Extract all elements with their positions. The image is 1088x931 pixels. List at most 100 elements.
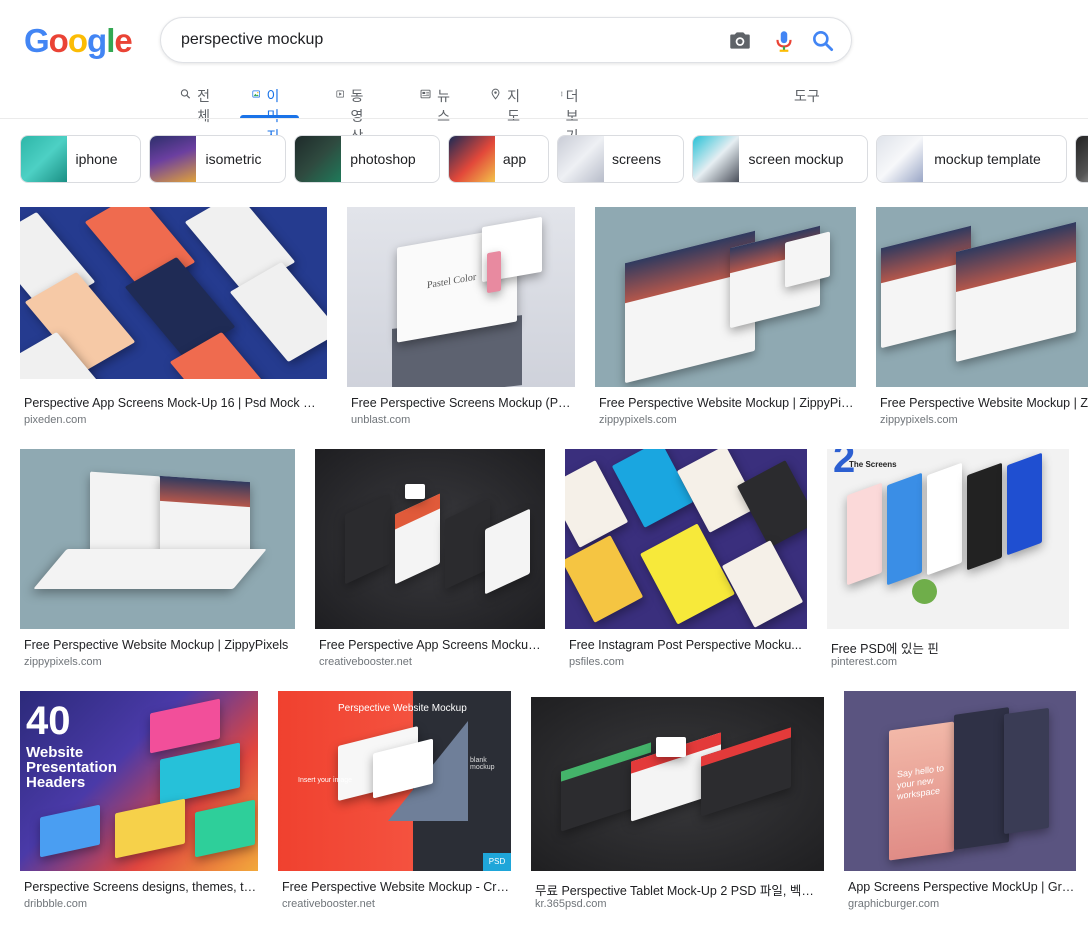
image-result[interactable]: 2 The Screens Free PSD에 있는 핀 pinterest.c…	[827, 449, 1069, 669]
result-title[interactable]: Free Perspective Website Mockup | ZippyP…	[24, 638, 294, 652]
chip-thumbnail	[150, 136, 196, 182]
tab-label: 지도	[507, 88, 520, 124]
result-title[interactable]: Free Perspective Website Mockup | ZippyP…	[880, 396, 1088, 410]
image-text: Insert your image	[298, 777, 353, 784]
chip-iphone[interactable]: iphone	[20, 135, 141, 183]
image-text: The Screens	[849, 460, 897, 469]
chip-screen-mockup[interactable]: screen mockup	[692, 135, 868, 183]
result-title[interactable]: App Screens Perspective MockUp | Gra...	[848, 880, 1076, 894]
result-thumbnail[interactable]: Say hello to your new workspace	[844, 691, 1076, 871]
result-domain: zippypixels.com	[24, 656, 102, 668]
image-result[interactable]: Free Instagram Post Perspective Mocku...…	[565, 449, 807, 669]
search-icon	[180, 89, 191, 99]
tab-videos[interactable]: 동영상	[336, 84, 371, 144]
result-title[interactable]: Free Perspective App Screens Mockup...	[319, 638, 545, 652]
chip-mockup-template[interactable]: mockup template	[876, 135, 1067, 183]
image-result[interactable]: 40 Website Presentation Headers Perspect…	[20, 691, 258, 911]
video-icon	[336, 90, 345, 98]
news-icon	[420, 89, 431, 99]
microphone-icon[interactable]	[771, 28, 797, 54]
chip-thumbnail	[21, 136, 67, 182]
image-text: PSD	[483, 853, 511, 871]
result-thumbnail[interactable]	[315, 449, 545, 629]
tools-button[interactable]: 도구	[794, 86, 820, 106]
result-title[interactable]: Free Perspective Website Mockup - Cre...	[282, 880, 510, 894]
result-title[interactable]: Perspective Screens designs, themes, te.…	[24, 880, 258, 894]
chip-label: screen mockup	[748, 151, 844, 167]
tab-more[interactable]: 더보기	[560, 84, 583, 144]
result-thumbnail[interactable]: Pastel Color	[347, 207, 575, 387]
image-icon	[252, 90, 261, 98]
result-domain: pinterest.com	[831, 656, 898, 668]
image-text: Pastel Color	[427, 271, 477, 292]
tab-images[interactable]: 이미지	[240, 84, 299, 144]
tab-label: 전체	[197, 88, 210, 124]
result-domain: zippypixels.com	[880, 414, 958, 426]
result-domain: graphicburger.com	[848, 898, 940, 910]
image-result[interactable]: Perspective App Screens Mock-Up 16 | Psd…	[20, 207, 327, 427]
result-thumbnail[interactable]	[595, 207, 856, 387]
image-result[interactable]: Free Perspective Website Mockup | ZippyP…	[595, 207, 856, 427]
result-thumbnail[interactable]	[565, 449, 807, 629]
result-domain: dribbble.com	[24, 898, 87, 910]
image-text: Perspective Website Mockup	[338, 703, 467, 714]
tab-maps[interactable]: 지도	[490, 84, 525, 124]
chip-app[interactable]: app	[448, 135, 549, 183]
image-result[interactable]: Free Perspective App Screens Mockup... c…	[315, 449, 545, 669]
image-text: blank mockup	[470, 757, 495, 771]
chip-label: iphone	[75, 151, 118, 167]
chip-photoshop[interactable]: photoshop	[294, 135, 440, 183]
image-result[interactable]: Free Perspective Website Mockup | ZippyP…	[20, 449, 295, 669]
chip-thumbnail	[558, 136, 604, 182]
chip-thumbnail	[295, 136, 341, 182]
image-text: Website Presentation Headers	[26, 744, 117, 791]
result-title[interactable]: Free Perspective Website Mockup | ZippyP…	[599, 396, 855, 410]
image-result[interactable]: Say hello to your new workspace App Scre…	[844, 691, 1076, 911]
chip-label: photoshop	[350, 151, 416, 167]
result-domain: kr.365psd.com	[535, 898, 607, 910]
image-result[interactable]: Free Perspective Website Mockup | ZippyP…	[876, 207, 1088, 427]
search-icon[interactable]	[810, 28, 836, 54]
image-result[interactable]: Perspective Website Mockup Insert your i…	[278, 691, 511, 911]
result-domain: creativebooster.net	[282, 898, 375, 910]
result-thumbnail[interactable]: 2 The Screens	[827, 449, 1069, 629]
result-title[interactable]: 무료 Perspective Tablet Mock-Up 2 PSD 파일, …	[535, 880, 823, 899]
result-thumbnail[interactable]	[531, 697, 824, 871]
more-vertical-icon	[561, 91, 563, 97]
result-thumbnail[interactable]	[20, 449, 295, 629]
image-text: 40	[26, 699, 71, 743]
result-thumbnail[interactable]	[876, 207, 1088, 387]
google-logo[interactable]: Google	[24, 22, 133, 60]
image-text: Say hello to your new workspace	[897, 762, 945, 802]
result-domain: pixeden.com	[24, 414, 87, 426]
chip-label: isometric	[205, 151, 262, 167]
result-domain: creativebooster.net	[319, 656, 412, 668]
result-domain: unblast.com	[351, 414, 411, 426]
header-divider	[0, 118, 1088, 119]
tab-all[interactable]: 전체	[180, 84, 215, 124]
image-result[interactable]: 무료 Perspective Tablet Mock-Up 2 PSD 파일, …	[531, 691, 824, 911]
image-result[interactable]: Pastel Color Free Perspective Screens Mo…	[347, 207, 575, 427]
chip-thumbnail	[1076, 136, 1088, 182]
result-title[interactable]: Free PSD에 있는 핀	[831, 638, 1067, 657]
result-thumbnail[interactable]	[20, 207, 327, 379]
chip-thumbnail	[693, 136, 739, 182]
result-thumbnail[interactable]: Perspective Website Mockup Insert your i…	[278, 691, 511, 871]
chip-isometric[interactable]: isometric	[149, 135, 286, 183]
chip-more[interactable]	[1075, 135, 1088, 183]
search-box[interactable]: perspective mockup	[160, 17, 852, 63]
chip-screens[interactable]: screens	[557, 135, 684, 183]
result-title[interactable]: Perspective App Screens Mock-Up 16 | Psd…	[24, 396, 324, 410]
chip-thumbnail	[449, 136, 495, 182]
chip-label: screens	[611, 151, 662, 167]
result-title[interactable]: Free Instagram Post Perspective Mocku...	[569, 638, 805, 652]
chip-label: app	[502, 151, 527, 167]
camera-icon[interactable]	[727, 28, 753, 54]
result-title[interactable]: Free Perspective Screens Mockup (PS...	[351, 396, 573, 410]
tab-label: 뉴스	[437, 88, 450, 124]
result-thumbnail[interactable]: 40 Website Presentation Headers	[20, 691, 258, 871]
search-input[interactable]: perspective mockup	[181, 31, 323, 49]
chip-thumbnail	[877, 136, 923, 182]
chip-label: mockup template	[934, 151, 1041, 167]
tab-news[interactable]: 뉴스	[420, 84, 455, 124]
